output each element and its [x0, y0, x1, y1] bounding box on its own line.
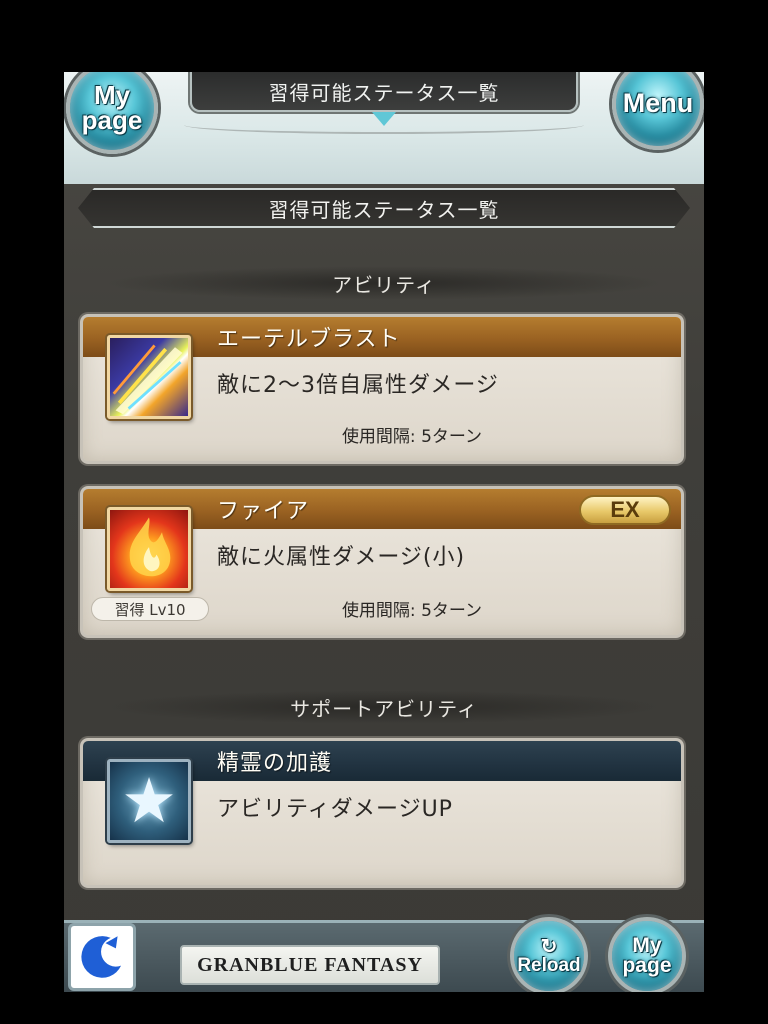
aether-blast-graphic [112, 344, 183, 415]
ex-badge: EX [579, 495, 671, 525]
category-ability-heading: アビリティ [104, 266, 664, 300]
support-ability-description: アビリティダメージUP [217, 797, 453, 822]
ability-cooldown: 使用間隔: 5ターン [341, 601, 483, 621]
header: 習得可能ステータス一覧 My page Menu [64, 72, 704, 184]
return-button[interactable] [68, 923, 136, 991]
star-icon: ★ [107, 759, 191, 843]
granblue-fantasy-logo: GRANBLUE FANTASY [180, 945, 440, 985]
ability-description: 敵に火属性ダメージ(小) [217, 545, 466, 570]
reload-icon: ↻ [540, 935, 558, 958]
footer: GRANBLUE FANTASY ↻ Reload My page [64, 917, 704, 992]
ability-cooldown: 使用間隔: 5ターン [341, 427, 483, 447]
fire-graphic [129, 517, 171, 577]
reload-button[interactable]: ↻ Reload [510, 917, 588, 992]
ability-card[interactable]: ファイア EX 習得 Lv10 敵に火属性ダメージ(小) 使用間隔: 5ターン [80, 486, 684, 638]
reload-label: Reload [517, 954, 581, 976]
category-support-heading: サポートアビリティ [104, 690, 664, 724]
menu-button[interactable]: Menu [612, 72, 704, 150]
mypage-bottom-button[interactable]: My page [608, 917, 686, 992]
support-ability-card[interactable]: 精霊の加護 ★ アビリティダメージUP [80, 738, 684, 888]
chevron-down-icon [372, 112, 396, 126]
ability-description: 敵に2～3倍自属性ダメージ [217, 373, 499, 398]
page-title: 習得可能ステータス一覧 [78, 188, 690, 228]
aether-blast-icon [107, 335, 191, 419]
ability-card[interactable]: エーテルブラスト 敵に2～3倍自属性ダメージ 使用間隔: 5ターン [80, 314, 684, 464]
fire-icon [107, 507, 191, 591]
mypage-button[interactable]: My page [66, 72, 158, 154]
header-title: 習得可能ステータス一覧 [190, 72, 578, 112]
return-icon [81, 936, 122, 978]
app-screen: 習得可能ステータス一覧 My page Menu 習得可能ステータス一覧 アビリ… [64, 72, 704, 992]
